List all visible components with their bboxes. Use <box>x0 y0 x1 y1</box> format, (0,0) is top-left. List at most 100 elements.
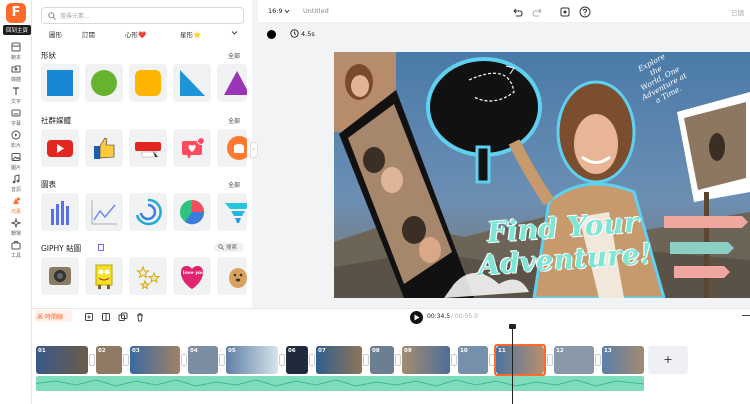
timeline-clip[interactable]: 10 <box>458 346 488 374</box>
timeline-clip[interactable]: 12 <box>554 346 594 374</box>
rail-item-audio[interactable]: 音訊 <box>0 172 32 196</box>
rail-item-label: 範本 <box>10 55 21 61</box>
clip-number: 04 <box>190 348 198 354</box>
sticker-i-love-you-tile[interactable]: I love you <box>173 257 211 295</box>
clip-number: 06 <box>288 348 296 354</box>
chevron-down-icon[interactable] <box>231 30 238 36</box>
radial-chart-tile[interactable] <box>129 193 167 231</box>
transition-marker[interactable] <box>547 354 553 366</box>
funnel-chart-icon <box>225 203 247 223</box>
app-logo[interactable]: F <box>6 3 26 23</box>
fit-screen-icon[interactable] <box>559 6 571 18</box>
filter-chip[interactable]: 星形⭐ <box>180 29 201 39</box>
video-canvas[interactable]: Explore the World, One Adventure at a Ti… <box>334 52 750 298</box>
funnel-chart-tile[interactable] <box>217 193 247 231</box>
clip-number: 10 <box>460 348 468 354</box>
sticker-sponge-tile[interactable] <box>85 257 123 295</box>
timeline-clip[interactable]: 13 <box>602 346 644 374</box>
transition-marker[interactable] <box>451 354 457 366</box>
redo-icon[interactable] <box>532 6 544 18</box>
pie-chart-tile[interactable] <box>173 193 211 231</box>
split-icon[interactable] <box>101 312 111 322</box>
template-icon <box>11 42 21 52</box>
media-icon <box>11 65 21 73</box>
shape-rounded-square-tile[interactable] <box>129 64 167 102</box>
sticker-stars-tile[interactable] <box>129 257 167 295</box>
transition-marker[interactable] <box>395 354 401 366</box>
filter-chip[interactable]: 訂閱 <box>82 29 95 39</box>
sticker-camera-tile[interactable] <box>41 257 79 295</box>
line-chart-tile[interactable] <box>85 193 123 231</box>
rail-item-subtitles[interactable]: 字幕 <box>0 106 32 130</box>
rail-item-elements[interactable]: 元素 <box>0 194 32 218</box>
delete-icon[interactable] <box>135 312 145 322</box>
shape-triangle-tile[interactable] <box>217 64 247 102</box>
scissors-icon <box>37 313 43 319</box>
timeline-clip[interactable]: 08 <box>370 346 394 374</box>
search-box[interactable] <box>41 7 244 24</box>
filter-chip[interactable]: 圖形 <box>49 29 62 39</box>
bell-tile[interactable] <box>217 129 247 167</box>
search-input[interactable] <box>60 10 230 22</box>
see-all-charts-link[interactable]: 全部 <box>228 180 240 189</box>
subscribe-button-tile[interactable] <box>129 129 167 167</box>
timeline-clip[interactable]: 09 <box>402 346 450 374</box>
undo-icon[interactable] <box>511 6 523 18</box>
giphy-search-button[interactable]: 搜索 <box>214 242 244 252</box>
line-chart-icon <box>91 200 117 225</box>
collapse-panel-button[interactable]: ‹ <box>250 142 258 158</box>
bar-chart-tile[interactable] <box>41 193 79 231</box>
transition-marker[interactable] <box>363 354 369 366</box>
dog-sticker <box>229 268 247 288</box>
shape-right-triangle-tile[interactable] <box>173 64 211 102</box>
rail-item-tools[interactable]: 工具 <box>0 238 32 262</box>
youtube-tile[interactable] <box>41 129 79 167</box>
see-all-social-link[interactable]: 全部 <box>228 116 240 125</box>
rail-item-media[interactable]: 媒體 <box>0 62 32 86</box>
filter-chips: 圖形 訂閱 心形❤️ 星形⭐ <box>49 29 249 39</box>
transition-marker[interactable] <box>595 354 601 366</box>
timeline-clip[interactable]: 07 <box>316 346 362 374</box>
background-color-swatch[interactable] <box>267 30 276 39</box>
rail-item-transitions[interactable]: 轉場 <box>0 216 32 240</box>
filter-chip[interactable]: 心形❤️ <box>125 29 146 39</box>
rail-item-images[interactable]: 圖片 <box>0 150 32 174</box>
transition-marker[interactable] <box>279 354 285 366</box>
home-tooltip: 回到主頁 <box>3 25 32 35</box>
transition-marker[interactable] <box>309 354 315 366</box>
add-media-icon[interactable] <box>84 312 94 322</box>
clip-duration[interactable]: 4.5s <box>301 30 315 38</box>
timeline-clip[interactable]: 05 <box>226 346 278 374</box>
timeline-clip[interactable]: 01 <box>36 346 88 374</box>
see-all-shapes-link[interactable]: 全部 <box>228 51 240 60</box>
like-notification-tile[interactable] <box>173 129 211 167</box>
timeline-clip[interactable]: 02 <box>96 346 122 374</box>
add-clip-button[interactable]: + <box>648 346 688 374</box>
duplicate-icon[interactable] <box>118 312 128 322</box>
transition-marker[interactable] <box>219 354 225 366</box>
timeline-clip[interactable]: 04 <box>188 346 218 374</box>
help-icon[interactable] <box>579 6 591 18</box>
timeline-clip[interactable]: 06 <box>286 346 308 374</box>
rail-item-video[interactable]: 影片 <box>0 128 32 152</box>
sticker-dog-tile[interactable] <box>217 257 247 295</box>
play-button[interactable] <box>410 311 423 324</box>
chevron-down-icon[interactable] <box>284 9 290 14</box>
thumbs-up-icon <box>94 137 115 159</box>
rail-item-templates[interactable]: 範本 <box>0 40 32 64</box>
timeline-clip[interactable]: 03 <box>130 346 180 374</box>
zoom-out-icon[interactable] <box>742 315 750 317</box>
shape-circle-tile[interactable] <box>85 64 123 102</box>
transition-marker[interactable] <box>123 354 129 366</box>
playhead[interactable] <box>512 326 513 404</box>
shape-square-tile[interactable] <box>41 64 79 102</box>
timeline-toggle-button[interactable]: 時間線 <box>34 310 72 322</box>
transition-marker[interactable] <box>181 354 187 366</box>
audio-track[interactable] <box>36 376 644 391</box>
thumbs-up-tile[interactable] <box>85 129 123 167</box>
rail-item-text[interactable]: 文字 <box>0 84 32 108</box>
transition-marker[interactable] <box>89 354 95 366</box>
aspect-ratio-select[interactable]: 16:9 <box>268 7 283 15</box>
subtitle-icon <box>11 109 21 117</box>
project-title[interactable]: Untitled <box>303 7 329 15</box>
